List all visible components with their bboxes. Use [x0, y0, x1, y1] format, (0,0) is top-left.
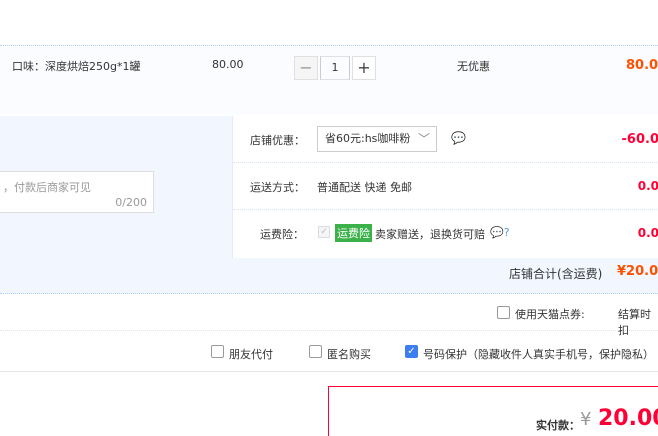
shop-summary-panel: ，付款后商家可见 0/200 店铺优惠： 省60元:hs咖啡粉 ﹀ 💬 -60.…	[0, 116, 658, 294]
shipping-method: 普通配送 快递 免邮	[317, 181, 412, 194]
insurance-amount: 0.0	[637, 226, 658, 240]
quantity-input[interactable]: 1	[320, 56, 350, 80]
currency-symbol: ¥	[580, 409, 592, 430]
payment-label: 实付款：	[536, 419, 580, 432]
shipping-amount: 0.0	[637, 179, 658, 193]
number-protection-checkbox[interactable]: ✓	[405, 345, 418, 358]
use-coupon-checkbox[interactable]	[497, 306, 510, 319]
shop-total-label: 店铺合计(含运费)	[509, 267, 603, 281]
quantity-stepper: − 1 +	[294, 56, 376, 80]
item-total-price: 80.0	[626, 58, 658, 73]
coupon-redeem-row: 使用天猫点券: 结算时扣	[0, 295, 658, 337]
number-protection-label: 号码保护（隐藏收件人真实手机号，保护隐私）	[423, 348, 654, 361]
shop-discount-select[interactable]: 省60元:hs咖啡粉 ﹀	[317, 126, 437, 152]
message-placeholder: ，付款后商家可见	[3, 181, 91, 194]
help-icon[interactable]: 💬?	[490, 226, 510, 239]
shop-total-amount: ¥20.0	[617, 264, 658, 279]
insurance-row: 运费险： ✓ 运费险 卖家赠送，退换货可赔 💬? 0.0	[233, 210, 658, 257]
item-sku-label: 口味：深度烘焙250g*1罐	[12, 60, 141, 73]
buyer-message-area: ，付款后商家可见 0/200	[0, 116, 232, 258]
increase-quantity-button[interactable]: +	[352, 56, 376, 80]
friend-pay-checkbox[interactable]	[211, 345, 224, 358]
insurance-label: 运费险：	[260, 228, 304, 241]
shop-discount-row: 店铺优惠： 省60元:hs咖啡粉 ﹀ 💬 -60.0	[233, 116, 658, 163]
shipping-row: 运送方式： 普通配送 快递 免邮 0.0	[233, 163, 658, 210]
message-char-count: 0/200	[115, 196, 147, 209]
shop-discount-amount: -60.0	[621, 132, 658, 147]
item-discount-text: 无优惠	[457, 60, 490, 73]
order-options-row: 朋友代付 匿名购买 ✓ 号码保护（隐藏收件人真实手机号，保护隐私）	[0, 332, 658, 372]
comment-icon[interactable]: 💬	[451, 131, 466, 145]
buyer-message-input[interactable]: ，付款后商家可见 0/200	[0, 171, 154, 213]
shop-discount-label: 店铺优惠：	[250, 134, 305, 147]
insurance-description: 卖家赠送，退换货可赔	[375, 228, 485, 241]
item-unit-price: 80.00	[212, 58, 244, 71]
shop-discount-selected: 省60元:hs咖啡粉	[325, 132, 411, 145]
anonymous-purchase-label: 匿名购买	[327, 348, 371, 361]
use-coupon-label: 使用天猫点券:	[515, 308, 585, 321]
shipping-label: 运送方式：	[250, 181, 305, 194]
insurance-badge: 运费险	[335, 224, 372, 242]
anonymous-purchase-checkbox[interactable]	[309, 345, 322, 358]
insurance-checkbox: ✓	[318, 226, 330, 238]
friend-pay-label: 朋友代付	[229, 348, 273, 361]
payment-amount: 20.00	[598, 406, 658, 431]
decrease-quantity-button[interactable]: −	[294, 56, 318, 80]
payment-summary-box: 实付款： ¥ 20.00	[328, 386, 658, 436]
chevron-down-icon: ﹀	[417, 132, 430, 146]
order-item-row: 口味：深度烘焙250g*1罐 80.00 − 1 + 无优惠 80.0	[0, 45, 658, 115]
shop-options: 店铺优惠： 省60元:hs咖啡粉 ﹀ 💬 -60.0 运送方式： 普通配送 快递…	[232, 116, 658, 258]
